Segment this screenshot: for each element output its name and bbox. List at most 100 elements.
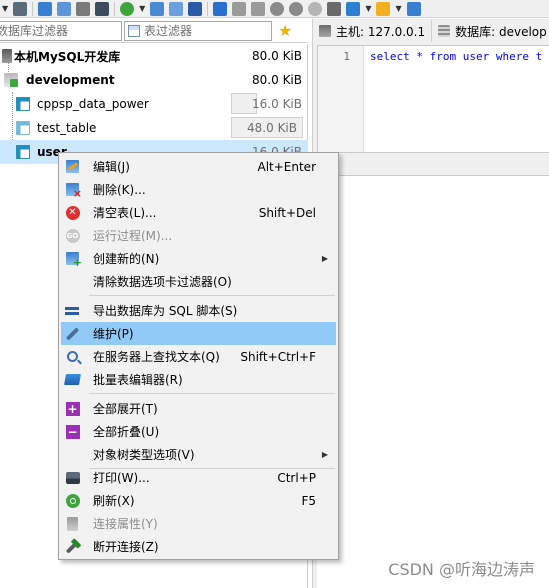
refresh-toolbar-icon[interactable] — [120, 1, 135, 16]
save-icon[interactable] — [406, 1, 421, 16]
menu-item-label: 维护(P) — [93, 327, 134, 341]
menu-item-edit[interactable]: 编辑(J) Alt+Enter — [61, 155, 336, 178]
dropdown-arrow-icon[interactable]: ▼ — [395, 4, 401, 13]
table-filter-placeholder: 表过滤器 — [144, 24, 193, 38]
refresh-icon — [65, 493, 80, 508]
table-icon — [16, 145, 30, 159]
menu-item-connection-properties: 连接属性(Y) — [61, 512, 336, 535]
results-pane — [317, 175, 549, 588]
menu-item-label: 全部展开(T) — [93, 402, 158, 416]
query-panel: 主机: 127.0.0.1 数据库: develop 1 select * fr… — [312, 19, 549, 588]
export-toolbar-icon[interactable] — [188, 1, 203, 16]
menu-item-label: 创建新的(N) — [93, 252, 160, 266]
dropdown-arrow-icon[interactable]: ▼ — [2, 4, 8, 13]
menu-item-collapse-all[interactable]: − 全部折叠(U) — [61, 420, 336, 443]
sql-code[interactable]: select * from user where t — [370, 50, 542, 63]
menu-item-delete[interactable]: 删除(K)... — [61, 178, 336, 201]
clear-table-icon: ✕ — [65, 205, 80, 220]
menu-item-shortcut: Alt+Enter — [257, 159, 316, 174]
menu-item-export-sql[interactable]: 导出数据库为 SQL 脚本(S) — [61, 299, 336, 322]
menu-item-label: 断开连接(Z) — [93, 540, 159, 554]
export-sql-icon — [65, 305, 80, 317]
menu-item-bulk-table-editor[interactable]: 批量表编辑器(R) — [61, 368, 336, 391]
server-icon — [2, 49, 12, 63]
filter-row: 数据库过滤器 表过滤器 ★ — [0, 19, 308, 43]
menu-item-label: 编辑(J) — [93, 160, 130, 174]
menu-item-expand-all[interactable]: + 全部展开(T) — [61, 397, 336, 420]
help-icon[interactable] — [213, 1, 228, 16]
paste-icon[interactable] — [57, 1, 72, 16]
table-icon — [16, 121, 30, 135]
menu-item-clear-table[interactable]: ✕ 清空表(L)... Shift+Del — [61, 201, 336, 224]
tree-node-server[interactable]: 本机MySQL开发库 80.0 KiB — [0, 44, 308, 68]
menu-item-refresh[interactable]: 刷新(X) F5 — [61, 489, 336, 512]
create-new-icon — [66, 252, 82, 269]
wrench-icon — [65, 326, 80, 341]
tree-node-database[interactable]: development 80.0 KiB — [0, 68, 308, 92]
table-size-box: 48.0 KiB — [231, 117, 303, 138]
menu-item-label: 连接属性(Y) — [93, 517, 158, 531]
copy-icon[interactable] — [38, 1, 53, 16]
check-icon[interactable] — [308, 1, 323, 16]
dropdown-arrow-icon[interactable]: ▼ — [139, 4, 145, 13]
menu-item-label: 打印(W)... — [93, 471, 150, 485]
menu-item-shortcut: Ctrl+P — [277, 470, 316, 485]
menu-item-clear-data-tab-filter[interactable]: 清除数据选项卡过滤器(O) — [61, 270, 336, 293]
folder-icon[interactable] — [376, 1, 391, 16]
menu-item-label: 对象树类型选项(V) — [93, 448, 195, 462]
user-manager-icon[interactable] — [150, 1, 165, 16]
close-icon[interactable] — [327, 1, 342, 16]
menu-item-shortcut: Shift+Del — [258, 205, 316, 220]
disconnect-toolbar-icon[interactable] — [13, 1, 28, 16]
table-icon — [16, 97, 30, 111]
database-size: 80.0 KiB — [252, 73, 302, 87]
print-icon — [65, 471, 80, 484]
run-icon[interactable] — [346, 1, 361, 16]
database-tab-icon — [438, 25, 451, 37]
menu-item-label: 刷新(X) — [93, 494, 135, 508]
tree-node-table[interactable]: test_table 48.0 KiB — [0, 116, 308, 140]
sql-editor[interactable]: 1 select * from user where t — [317, 45, 549, 153]
menu-item-label: 清空表(L)... — [93, 206, 157, 220]
menu-item-find-text[interactable]: 在服务器上查找文本(Q) Shift+Ctrl+F — [61, 345, 336, 368]
print-toolbar-icon[interactable] — [95, 1, 110, 16]
database-icon — [4, 73, 18, 87]
editor-gutter: 1 — [318, 46, 364, 152]
remove-icon[interactable] — [289, 1, 304, 16]
database-filter-input[interactable]: 数据库过滤器 — [0, 20, 122, 41]
menu-item-maintenance[interactable]: 维护(P) — [61, 322, 336, 345]
server-label: 本机MySQL开发库 — [14, 49, 121, 64]
menu-item-print[interactable]: 打印(W)... Ctrl+P — [61, 466, 336, 489]
table-filter-input[interactable]: 表过滤器 — [124, 20, 272, 41]
prev-page-icon[interactable] — [251, 1, 266, 16]
bulk-editor-icon — [64, 374, 81, 385]
tab-host[interactable]: 主机: 127.0.0.1 — [313, 20, 433, 42]
menu-item-disconnect[interactable]: 断开连接(Z) — [61, 535, 336, 558]
dropdown-arrow-icon[interactable]: ▼ — [365, 4, 371, 13]
expand-all-icon: + — [65, 401, 80, 416]
import-icon[interactable] — [169, 1, 184, 16]
undo-icon[interactable] — [76, 1, 91, 16]
tab-database[interactable]: 数据库: develop — [432, 20, 549, 42]
add-icon[interactable] — [270, 1, 285, 16]
run-routine-icon: GO — [65, 228, 80, 243]
collapse-all-icon: − — [65, 424, 80, 439]
host-icon — [319, 25, 331, 37]
tree-node-table[interactable]: cppsp_data_power 16.0 KiB — [0, 92, 308, 116]
menu-separator — [89, 295, 335, 296]
menu-item-create-new[interactable]: 创建新的(N) ▶ — [61, 247, 336, 270]
toolbar-separator — [207, 1, 209, 16]
database-filter-placeholder: 数据库过滤器 — [0, 24, 69, 38]
submenu-arrow-icon: ▶ — [321, 450, 328, 459]
menu-item-tree-style-options[interactable]: 对象树类型选项(V) ▶ — [61, 443, 336, 466]
menu-item-label: 在服务器上查找文本(Q) — [93, 350, 220, 364]
server-size: 80.0 KiB — [252, 49, 302, 63]
toolbar-separator — [32, 1, 34, 16]
edit-icon — [66, 160, 79, 173]
menu-separator — [89, 393, 335, 394]
context-menu: 编辑(J) Alt+Enter 删除(K)... ✕ 清空表(L)... Shi… — [58, 152, 339, 560]
first-page-icon[interactable] — [232, 1, 247, 16]
table-size: 48.0 KiB — [247, 120, 297, 135]
menu-item-label: 删除(K)... — [93, 183, 146, 197]
star-icon[interactable]: ★ — [278, 22, 292, 39]
